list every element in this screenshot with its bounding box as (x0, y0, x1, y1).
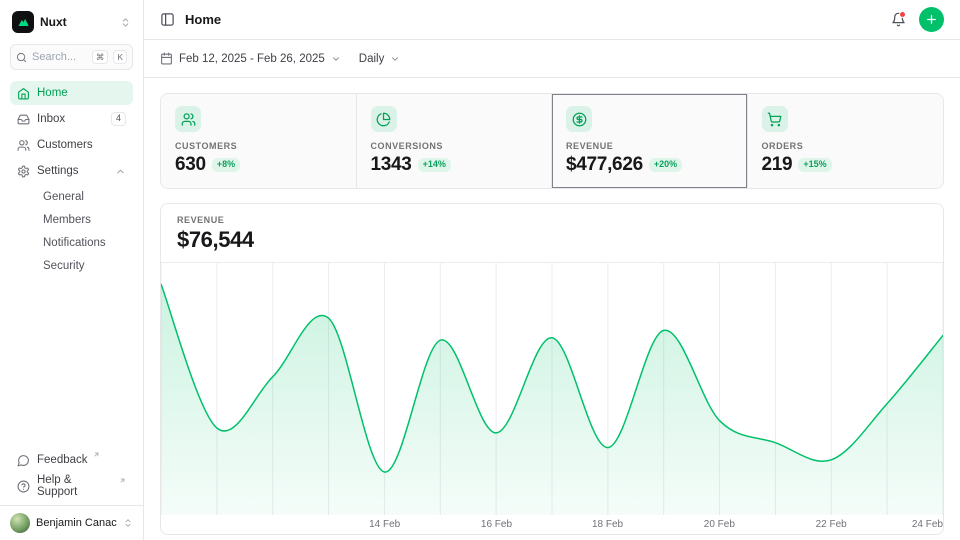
inbox-count-badge: 4 (111, 112, 126, 126)
granularity-select[interactable]: Daily (359, 53, 401, 65)
chart-title: REVENUE (177, 215, 927, 225)
stat-value: $477,626 (566, 154, 643, 176)
inbox-icon (17, 113, 30, 126)
avatar (10, 513, 30, 533)
chevron-up-icon (115, 166, 126, 177)
search-icon (16, 52, 27, 63)
sidebar-item-label: Customers (37, 139, 93, 151)
users-icon (175, 106, 201, 132)
chevron-down-icon (331, 54, 341, 64)
date-range-label: Feb 12, 2025 - Feb 26, 2025 (179, 53, 325, 65)
x-axis-label: 20 Feb (704, 519, 735, 530)
sidebar: Nuxt Search... ⌘ K Home (0, 0, 144, 540)
sidebar-item-label: General (43, 191, 84, 203)
shopping-cart-icon (762, 106, 788, 132)
sidebar-item-label: Security (43, 260, 85, 272)
sidebar-item-label: Notifications (43, 237, 106, 249)
stat-delta-badge: +20% (649, 158, 682, 172)
stat-delta-badge: +15% (798, 158, 831, 172)
stat-revenue[interactable]: REVENUE $477,626 +20% (552, 94, 748, 188)
sidebar-item-general[interactable]: General (37, 186, 133, 208)
stat-customers[interactable]: CUSTOMERS 630 +8% (161, 94, 357, 188)
sidebar-item-customers[interactable]: Customers (10, 133, 133, 157)
stat-delta-badge: +8% (212, 158, 240, 172)
chevrons-up-down-icon (120, 17, 131, 28)
x-axis-label: 14 Feb (369, 519, 400, 530)
x-axis-label: 16 Feb (481, 519, 512, 530)
search-placeholder: Search... (32, 51, 87, 63)
footer-link-label: Feedback (37, 454, 88, 466)
stats-grid: CUSTOMERS 630 +8% CONVERSIONS 1343 +14% (160, 93, 944, 189)
stat-label: CONVERSIONS (371, 141, 538, 151)
x-axis-label: 18 Feb (592, 519, 623, 530)
nuxt-logo-icon (12, 11, 34, 33)
workspace-name: Nuxt (40, 15, 114, 29)
kbd-cmd: ⌘ (92, 50, 109, 64)
x-axis: 14 Feb 16 Feb 18 Feb 20 Feb 22 Feb 24 Feb (161, 519, 943, 532)
users-icon (17, 139, 30, 152)
notifications-button[interactable] (891, 12, 906, 27)
filter-toolbar: Feb 12, 2025 - Feb 26, 2025 Daily (144, 40, 960, 78)
main-panel: Home Feb 12, 2025 - Feb 26, 2025 (144, 0, 960, 540)
help-support-link[interactable]: Help & Support (10, 474, 133, 498)
stat-label: ORDERS (762, 141, 930, 151)
stat-value: 1343 (371, 154, 412, 176)
sidebar-item-inbox[interactable]: Inbox 4 (10, 107, 133, 131)
chevron-down-icon (390, 54, 400, 64)
topbar: Home (144, 0, 960, 40)
chart-canvas (161, 263, 943, 515)
calendar-icon (160, 52, 173, 65)
feedback-link[interactable]: Feedback (10, 448, 133, 472)
x-axis-label: 24 Feb (912, 519, 943, 530)
user-menu[interactable]: Benjamin Canac (0, 505, 143, 540)
search-input[interactable]: Search... ⌘ K (10, 44, 133, 70)
sidebar-item-members[interactable]: Members (37, 209, 133, 231)
stat-label: REVENUE (566, 141, 733, 151)
sidebar-item-home[interactable]: Home (10, 81, 133, 105)
date-range-picker[interactable]: Feb 12, 2025 - Feb 26, 2025 (160, 52, 341, 65)
sidebar-nav: Home Inbox 4 Customers (10, 81, 133, 277)
external-link-icon (93, 451, 100, 458)
stat-delta-badge: +14% (418, 158, 451, 172)
sidebar-item-label: Members (43, 214, 91, 226)
dashboard-content: CUSTOMERS 630 +8% CONVERSIONS 1343 +14% (144, 78, 960, 540)
sidebar-item-notifications[interactable]: Notifications (37, 232, 133, 254)
workspace-selector[interactable]: Nuxt (10, 9, 133, 35)
kbd-k: K (113, 50, 127, 64)
stat-label: CUSTOMERS (175, 141, 342, 151)
sidebar-item-label: Home (37, 87, 68, 99)
stat-value: 630 (175, 154, 206, 176)
chevrons-up-down-icon (123, 518, 133, 528)
add-button[interactable] (919, 7, 944, 32)
chart-header: REVENUE $76,544 (161, 204, 943, 263)
sidebar-footer: Feedback Help & Support (10, 448, 133, 505)
app-window: Nuxt Search... ⌘ K Home (0, 0, 960, 540)
home-icon (17, 87, 30, 100)
notification-dot (899, 11, 906, 18)
external-link-icon (119, 477, 126, 484)
revenue-area-chart[interactable]: 14 Feb 16 Feb 18 Feb 20 Feb 22 Feb 24 Feb (161, 263, 943, 534)
collapse-sidebar-button[interactable] (160, 12, 175, 27)
message-bubble-icon (17, 454, 30, 467)
settings-children: General Members Notifications Security (10, 186, 133, 277)
revenue-chart-card: REVENUE $76,544 14 Feb 16 Feb 18 Feb 20 Feb… (160, 203, 944, 535)
footer-link-label: Help & Support (37, 474, 114, 498)
help-circle-icon (17, 480, 30, 493)
chart-pie-icon (371, 106, 397, 132)
stat-value: 219 (762, 154, 793, 176)
sidebar-item-settings[interactable]: Settings (10, 159, 133, 183)
circle-dollar-icon (566, 106, 592, 132)
granularity-label: Daily (359, 53, 385, 65)
x-axis-label: 22 Feb (816, 519, 847, 530)
chart-total-value: $76,544 (177, 227, 927, 253)
gear-icon (17, 165, 30, 178)
sidebar-item-label: Inbox (37, 113, 65, 125)
user-name: Benjamin Canac (36, 517, 117, 529)
sidebar-item-security[interactable]: Security (37, 255, 133, 277)
sidebar-item-label: Settings (37, 165, 79, 177)
page-title: Home (185, 12, 221, 27)
stat-conversions[interactable]: CONVERSIONS 1343 +14% (357, 94, 553, 188)
stat-orders[interactable]: ORDERS 219 +15% (748, 94, 944, 188)
